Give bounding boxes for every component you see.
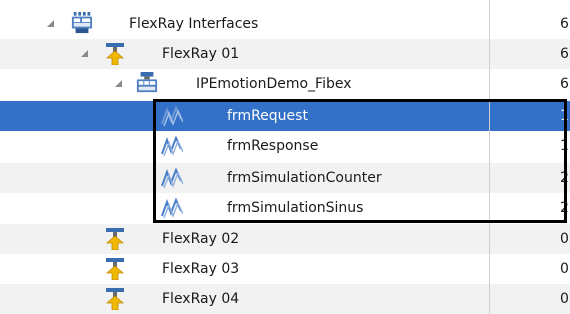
- tree-row-count: 6: [560, 46, 569, 62]
- tree-row-flexray-02[interactable]: FlexRay 02 0: [0, 224, 570, 254]
- frame-signal-icon: [161, 167, 183, 189]
- expanded-chevron-icon[interactable]: [115, 80, 122, 87]
- tree-row-count: 0: [560, 231, 569, 247]
- frame-signal-icon: [161, 135, 183, 157]
- flexray-channel-icon: [105, 288, 125, 310]
- tree-row-flexray-interfaces[interactable]: FlexRay Interfaces 6: [0, 9, 570, 39]
- tree-row-label: frmSimulationSinus: [227, 200, 364, 216]
- frame-signal-icon: [161, 197, 183, 219]
- expanded-chevron-icon[interactable]: [81, 50, 88, 57]
- tree-row-count: 1: [560, 108, 569, 124]
- tree-row-count: 0: [560, 261, 569, 277]
- tree-row-frmrequest[interactable]: frmRequest 1: [0, 101, 570, 131]
- tree-row-flexray-03[interactable]: FlexRay 03 0: [0, 254, 570, 284]
- tree-row-flexray-01[interactable]: FlexRay 01 6: [0, 39, 570, 69]
- flexray-channel-icon: [105, 258, 125, 280]
- column-divider[interactable]: [489, 0, 490, 314]
- tree-row-ipemotiondemo-fibex[interactable]: IPEmotionDemo_Fibex 6: [0, 69, 570, 99]
- flexray-tree-view: FlexRay Interfaces 6 FlexRay 01 6 IPEmot…: [0, 0, 570, 314]
- flexray-channel-icon: [105, 43, 125, 65]
- tree-row-label: IPEmotionDemo_Fibex: [196, 76, 352, 92]
- tree-row-label: FlexRay 02: [162, 231, 240, 247]
- tree-row-label: FlexRay Interfaces: [129, 16, 259, 32]
- tree-row-frmresponse[interactable]: frmResponse 1: [0, 131, 570, 161]
- fibex-database-icon: [136, 72, 158, 93]
- tree-row-label: FlexRay 04: [162, 291, 240, 307]
- tree-row-count: 2: [560, 200, 569, 216]
- tree-row-label: frmResponse: [227, 138, 319, 154]
- tree-row-flexray-04[interactable]: FlexRay 04 0: [0, 284, 570, 314]
- tree-row-label: FlexRay 01: [162, 46, 240, 62]
- tree-row-count: 0: [560, 291, 569, 307]
- tree-row-label: FlexRay 03: [162, 261, 240, 277]
- tree-row-label: frmRequest: [227, 108, 308, 124]
- flexray-interfaces-icon: [71, 12, 93, 34]
- tree-row-count: 1: [560, 138, 569, 154]
- tree-row-count: 2: [560, 170, 569, 186]
- frame-signal-icon: [161, 105, 183, 127]
- tree-row-count: 6: [560, 76, 569, 92]
- flexray-channel-icon: [105, 228, 125, 250]
- expanded-chevron-icon[interactable]: [47, 20, 54, 27]
- tree-row-label: frmSimulationCounter: [227, 170, 382, 186]
- tree-row-frmsimulationsinus[interactable]: frmSimulationSinus 2: [0, 193, 570, 223]
- tree-row-frmsimulationcounter[interactable]: frmSimulationCounter 2: [0, 163, 570, 193]
- tree-row-count: 6: [560, 16, 569, 32]
